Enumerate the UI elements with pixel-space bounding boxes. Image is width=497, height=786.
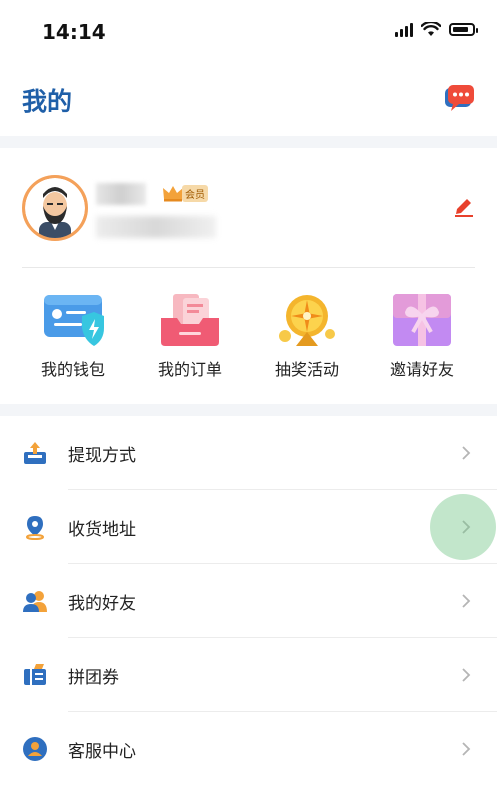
menu-item-group-coupon[interactable]: 拼团券 (0, 638, 497, 712)
menu-item-friends[interactable]: 我的好友 (0, 564, 497, 638)
quick-action-orders[interactable]: 我的订单 (135, 292, 245, 380)
cellular-signal-icon (395, 22, 413, 37)
page-title: 我的 (22, 87, 73, 116)
quick-action-label: 我的钱包 (40, 360, 105, 379)
location-icon (26, 516, 44, 540)
chevron-right-icon (462, 742, 471, 756)
crown-icon (163, 186, 183, 202)
section-separator (0, 136, 497, 148)
chevron-right-icon (462, 594, 471, 608)
touch-indicator (430, 494, 496, 560)
menu-item-customer-service[interactable]: 客服中心 (0, 712, 497, 786)
menu-item-label: 我的好友 (68, 593, 136, 614)
chevron-right-icon (462, 446, 471, 460)
quick-action-lottery[interactable]: 抽奖活动 (252, 292, 362, 380)
menu-item-label: 收货地址 (68, 519, 136, 540)
message-icon[interactable] (443, 84, 475, 114)
menu-item-withdraw[interactable]: 提现方式 (0, 416, 497, 490)
menu-item-label: 提现方式 (68, 445, 136, 466)
section-separator (0, 404, 497, 416)
avatar-face-icon (25, 178, 85, 238)
battery-icon (449, 23, 478, 36)
coupon-icon (24, 664, 46, 685)
lottery-wheel-icon (279, 295, 335, 346)
username-blurred (96, 183, 146, 205)
quick-action-invite[interactable]: 邀请好友 (367, 292, 477, 380)
divider (22, 267, 475, 268)
gift-icon (393, 294, 451, 346)
vip-badge: 会员 (162, 184, 208, 202)
customer-service-icon (23, 737, 47, 761)
quick-action-wallet[interactable]: 我的钱包 (18, 292, 128, 380)
chevron-right-icon (462, 668, 471, 682)
quick-action-label: 抽奖活动 (274, 360, 339, 379)
edit-icon[interactable] (453, 195, 475, 217)
menu-item-label: 客服中心 (68, 741, 136, 762)
menu-item-label: 拼团券 (68, 667, 119, 688)
avatar[interactable] (22, 175, 88, 241)
vip-badge-label: 会员 (182, 184, 208, 202)
withdraw-icon (24, 442, 46, 464)
wifi-icon (421, 22, 441, 36)
user-id-blurred (96, 216, 216, 238)
status-icons (395, 22, 478, 37)
status-time: 14:14 (42, 20, 106, 44)
order-icon (161, 294, 219, 346)
quick-action-label: 我的订单 (157, 360, 222, 379)
quick-action-label: 邀请好友 (389, 360, 454, 379)
friends-icon (23, 591, 47, 612)
wallet-icon (44, 295, 104, 346)
menu-item-address[interactable]: 收货地址 (0, 490, 497, 564)
